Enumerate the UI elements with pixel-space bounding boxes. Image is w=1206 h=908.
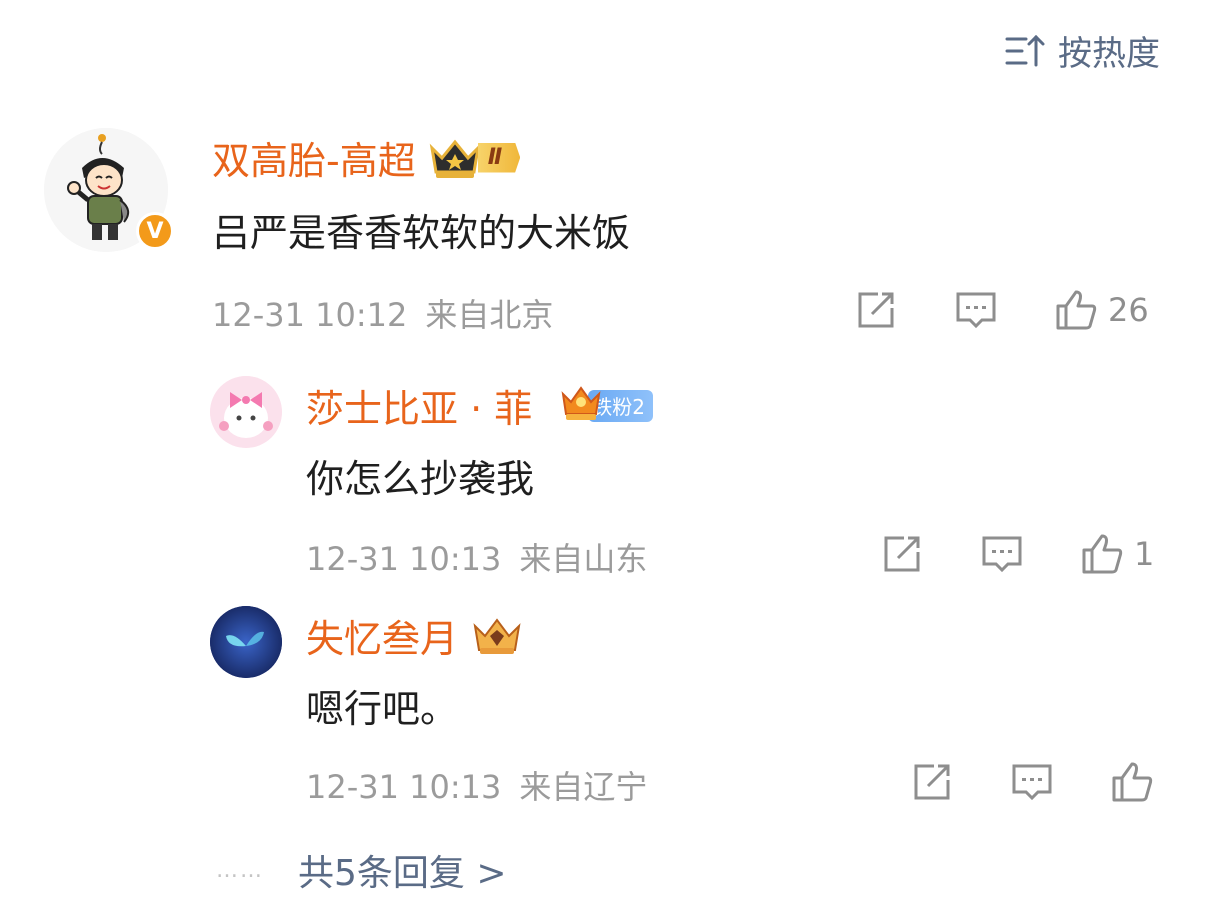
level-badge-text: Ⅱ [477,142,521,173]
crown-icon [473,617,521,654]
comment-location: 来自北京 [425,296,554,334]
crown-level-badge: Ⅱ [428,136,521,180]
comment-icon [1012,764,1052,801]
share-icon [914,764,950,800]
comment-location: 来自山东 [519,540,648,578]
like-button[interactable]: 26 [1054,288,1149,332]
comment-time: 12-31 10:13 [306,768,502,806]
like-icon [1082,534,1123,574]
like-button[interactable]: 1 [1080,532,1154,576]
username[interactable]: 莎士比亚 · 菲 [306,378,532,433]
fan-badge: 铁粉2 [561,385,653,422]
like-button[interactable] [1110,760,1164,804]
crown-icon [561,385,601,420]
verified-icon: V [136,212,174,250]
more-replies-row: …… 共5条回复 > [216,844,507,896]
butterfly-avatar-image [210,606,282,678]
comment-time: 12-31 10:13 [306,540,502,578]
comment-text: 嗯行吧。 [306,687,459,731]
share-button[interactable] [910,760,954,804]
comment-button[interactable] [954,288,998,332]
comment-text: 你怎么抄袭我 [306,457,535,501]
avatar[interactable] [210,606,282,678]
sort-label: 按热度 [1058,34,1160,74]
comment-icon [956,292,996,329]
ellipsis-divider: …… [216,857,264,883]
share-icon [884,536,920,572]
sort-icon [1005,34,1045,66]
comment-icon [982,536,1022,573]
comment-time: 12-31 10:12 [212,296,408,334]
like-count: 26 [1108,291,1149,329]
bunny-avatar-image [210,376,282,448]
share-icon [858,292,894,328]
username[interactable]: 双高胎-高超 [212,130,416,185]
sort-by-hot-button[interactable]: 按热度 [1004,26,1160,75]
username[interactable]: 失忆叁月 [306,608,458,663]
comment-text: 吕严是香香软软的大米饭 [212,211,631,255]
share-button[interactable] [854,288,898,332]
comment-meta: 12-31 10:13 来自辽宁 [306,762,647,808]
comment-meta: 12-31 10:12 来自北京 [212,290,553,336]
like-icon [1112,762,1153,802]
like-icon [1056,290,1097,330]
view-all-replies-link[interactable]: 共5条回复 > [298,844,507,896]
like-count: 1 [1134,535,1155,573]
share-button[interactable] [880,532,924,576]
comment-meta: 12-31 10:13 来自山东 [306,534,647,580]
avatar[interactable]: V [44,128,174,252]
comment-location: 来自辽宁 [519,768,648,806]
comment-button[interactable] [1010,760,1054,804]
crown-icon [429,139,480,178]
avatar[interactable] [210,376,282,448]
comment-button[interactable] [980,532,1024,576]
